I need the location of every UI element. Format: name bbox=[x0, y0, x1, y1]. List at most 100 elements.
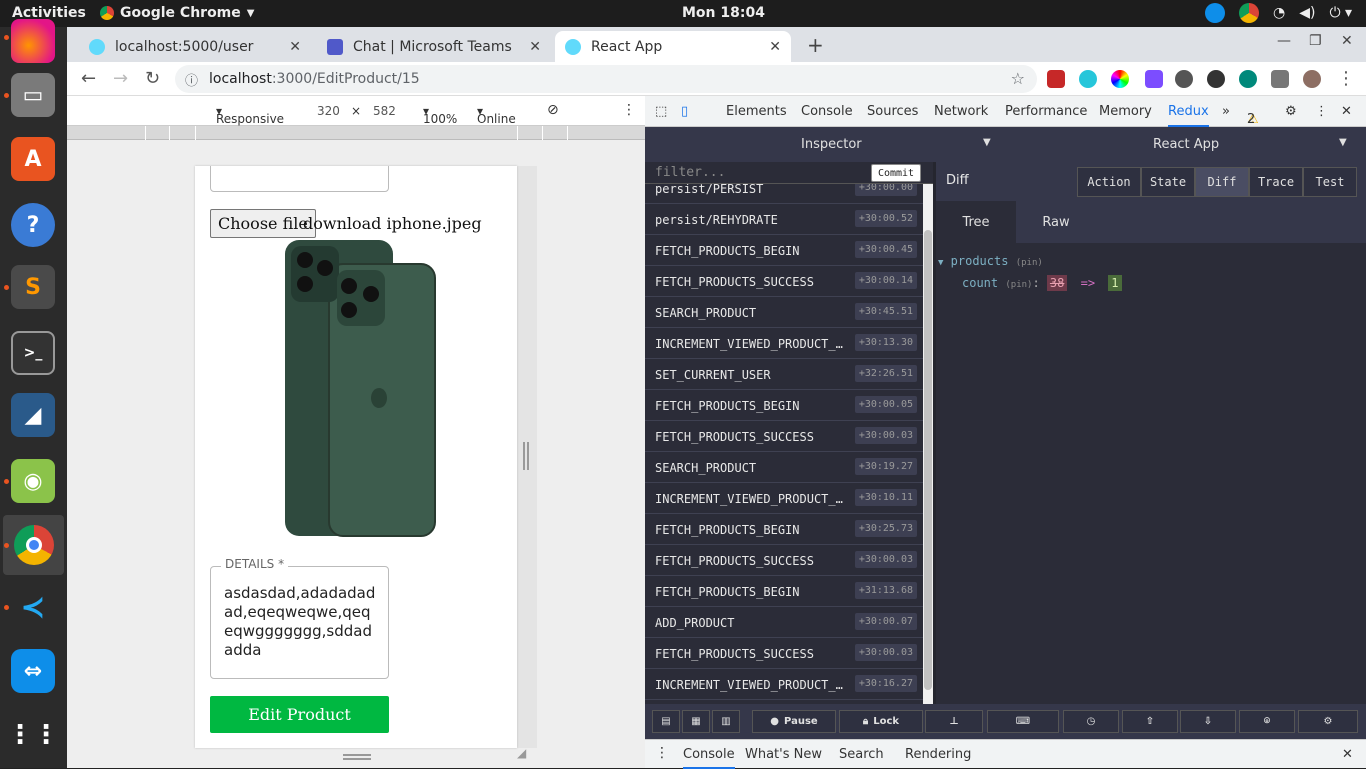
action-row[interactable]: persist/PERSIST +30:00.00 bbox=[645, 184, 923, 204]
pause-button[interactable]: ● Pause bbox=[752, 710, 836, 733]
instance-select[interactable]: React App bbox=[1153, 137, 1219, 152]
restore-button[interactable]: ❐ bbox=[1309, 33, 1322, 49]
resize-handle-right[interactable] bbox=[523, 442, 529, 470]
upload-icon[interactable]: ⇧ bbox=[1122, 710, 1178, 733]
avatar[interactable] bbox=[1303, 70, 1321, 88]
action-row[interactable]: FETCH_PRODUCTS_BEGIN +30:00.05 bbox=[645, 390, 923, 421]
layout-right-icon[interactable]: ▥ bbox=[712, 710, 740, 733]
action-row[interactable]: SEARCH_PRODUCT +30:45.51 bbox=[645, 297, 923, 328]
tab-diff[interactable]: Diff bbox=[1195, 167, 1249, 197]
action-row[interactable]: SEARCH_PRODUCT +30:19.27 bbox=[645, 452, 923, 483]
drawer-tab-whats-new[interactable]: What's New bbox=[745, 747, 822, 762]
app-grid-icon[interactable]: ⋮⋮ bbox=[7, 713, 59, 757]
remote-icon[interactable]: ⌾ bbox=[1239, 710, 1295, 733]
keyboard-icon[interactable]: ⌨ bbox=[987, 710, 1059, 733]
tab-console[interactable]: Console bbox=[801, 104, 853, 119]
tab-test[interactable]: Test bbox=[1303, 167, 1357, 197]
action-row[interactable]: persist/REHYDRATE +30:00.52 bbox=[645, 204, 923, 235]
action-row[interactable]: FETCH_PRODUCTS_BEGIN +30:00.45 bbox=[645, 235, 923, 266]
tab-localhost-user[interactable]: localhost:5000/user ✕ bbox=[79, 31, 311, 62]
kebab-menu-icon[interactable]: ⋮ bbox=[1337, 68, 1355, 89]
reload-button[interactable]: ↻ bbox=[145, 68, 160, 89]
resize-handle-bottom[interactable] bbox=[343, 754, 371, 760]
timer-icon[interactable]: ◷ bbox=[1063, 710, 1119, 733]
rotate-icon[interactable]: ⊘ bbox=[547, 102, 559, 118]
action-row[interactable]: INCREMENT_VIEWED_PRODUCT_… +30:16.27 bbox=[645, 669, 923, 700]
drawer-close-icon[interactable]: ✕ bbox=[1342, 747, 1353, 762]
wifi-icon[interactable]: ◔ bbox=[1273, 5, 1285, 21]
software-icon[interactable]: A bbox=[11, 137, 55, 181]
forward-button[interactable]: → bbox=[113, 68, 128, 89]
extension-icon[interactable] bbox=[1175, 70, 1193, 88]
tab-network[interactable]: Network bbox=[934, 104, 988, 119]
pin-link[interactable]: (pin) bbox=[1016, 258, 1043, 268]
drawer-tab-search[interactable]: Search bbox=[839, 747, 884, 762]
more-tabs-icon[interactable]: » bbox=[1222, 104, 1230, 119]
chrome-icon[interactable] bbox=[3, 515, 64, 575]
chevron-down-icon[interactable]: ▼ bbox=[983, 137, 991, 148]
help-icon[interactable]: ? bbox=[11, 203, 55, 247]
previous-input-field[interactable] bbox=[210, 166, 389, 192]
extension-icon[interactable] bbox=[1047, 70, 1065, 88]
action-row[interactable]: INCREMENT_VIEWED_PRODUCT_… +30:10.11 bbox=[645, 483, 923, 514]
height-input[interactable]: 582 bbox=[373, 104, 396, 118]
action-row[interactable]: INCREMENT_VIEWED_PRODUCT_… +30:13.30 bbox=[645, 328, 923, 359]
action-row[interactable]: FETCH_PRODUCTS_BEGIN +31:13.68 bbox=[645, 576, 923, 607]
drawer-tab-rendering[interactable]: Rendering bbox=[905, 747, 971, 762]
window-close-button[interactable]: ✕ bbox=[1341, 33, 1353, 49]
chrome-tray-icon[interactable] bbox=[1238, 3, 1259, 23]
inspector-select[interactable]: Inspector bbox=[801, 137, 862, 152]
clock[interactable]: Mon 18:04 bbox=[682, 5, 765, 21]
filter-input[interactable]: filter... bbox=[655, 165, 725, 180]
back-button[interactable]: ← bbox=[81, 68, 96, 89]
edit-product-button[interactable]: Edit Product bbox=[210, 696, 389, 733]
device-toggle-icon[interactable]: ▯ bbox=[681, 104, 688, 119]
tab-memory[interactable]: Memory bbox=[1099, 104, 1152, 119]
files-icon[interactable]: ▭ bbox=[11, 73, 55, 117]
close-icon[interactable]: ✕ bbox=[529, 39, 541, 55]
image-viewer-icon[interactable]: ◉ bbox=[11, 459, 55, 503]
tab-state[interactable]: State bbox=[1141, 167, 1195, 197]
tab-redux[interactable]: Redux bbox=[1168, 104, 1209, 127]
throttle-select[interactable]: Online ▾ bbox=[477, 104, 516, 126]
teamviewer-tray-icon[interactable] bbox=[1204, 3, 1225, 23]
action-row[interactable]: FETCH_PRODUCTS_SUCCESS +30:00.03 bbox=[645, 545, 923, 576]
redux-extension-icon[interactable] bbox=[1145, 70, 1163, 88]
tab-react-app[interactable]: React App ✕ bbox=[555, 31, 791, 62]
tab-elements[interactable]: Elements bbox=[726, 104, 787, 119]
expand-arrow-icon[interactable]: ▼ bbox=[938, 258, 943, 268]
download-icon[interactable]: ⇩ bbox=[1180, 710, 1236, 733]
chevron-down-icon[interactable]: ▼ bbox=[1339, 137, 1347, 148]
vscode-icon[interactable]: ≺ bbox=[11, 585, 55, 629]
close-icon[interactable]: ✕ bbox=[289, 39, 301, 55]
inspect-element-icon[interactable]: ⬚ bbox=[655, 104, 667, 119]
action-row[interactable]: FETCH_PRODUCTS_SUCCESS +30:00.03 bbox=[645, 638, 923, 669]
app-menu[interactable]: Google Chrome ▼ bbox=[100, 5, 254, 21]
commit-button[interactable]: Commit bbox=[871, 164, 921, 182]
action-row[interactable]: FETCH_PRODUCTS_BEGIN +30:25.73 bbox=[645, 514, 923, 545]
tab-action[interactable]: Action bbox=[1077, 167, 1141, 197]
settings-gear-icon[interactable]: ⚙ bbox=[1298, 710, 1358, 733]
device-menu-icon[interactable]: ⋮ bbox=[622, 102, 636, 118]
new-tab-button[interactable]: + bbox=[807, 33, 824, 57]
tab-teams[interactable]: Chat | Microsoft Teams ✕ bbox=[317, 31, 551, 62]
choose-file-button[interactable]: Choose file bbox=[210, 209, 316, 238]
lock-button[interactable]: 🔒︎ Lock bbox=[839, 710, 923, 733]
drawer-menu-icon[interactable]: ⋮ bbox=[655, 745, 669, 761]
action-row[interactable]: FETCH_PRODUCTS_SUCCESS +30:00.14 bbox=[645, 266, 923, 297]
terminal-icon[interactable]: >_ bbox=[11, 331, 55, 375]
action-row[interactable]: FETCH_PRODUCTS_SUCCESS +30:00.03 bbox=[645, 421, 923, 452]
tab-raw[interactable]: Raw bbox=[1016, 201, 1096, 243]
resize-corner-icon[interactable]: ◢ bbox=[517, 746, 526, 760]
tree-node-products[interactable]: ▼ products (pin) bbox=[938, 254, 1043, 268]
drawer-tab-console[interactable]: Console bbox=[683, 747, 735, 769]
volume-icon[interactable]: ◀) bbox=[1299, 5, 1315, 21]
action-row[interactable]: SET_CURRENT_USER +32:26.51 bbox=[645, 359, 923, 390]
media-query-ruler[interactable] bbox=[67, 126, 645, 140]
devtools-close-icon[interactable]: ✕ bbox=[1341, 104, 1352, 119]
tab-sources[interactable]: Sources bbox=[867, 104, 918, 119]
devtools-menu-icon[interactable]: ⋮ bbox=[1315, 104, 1328, 119]
address-bar[interactable]: ⓘ localhost:3000/EditProduct/15 ☆ bbox=[175, 65, 1037, 93]
tab-tree[interactable]: Tree bbox=[936, 201, 1016, 243]
layout-left-icon[interactable]: ▤ bbox=[652, 710, 680, 733]
